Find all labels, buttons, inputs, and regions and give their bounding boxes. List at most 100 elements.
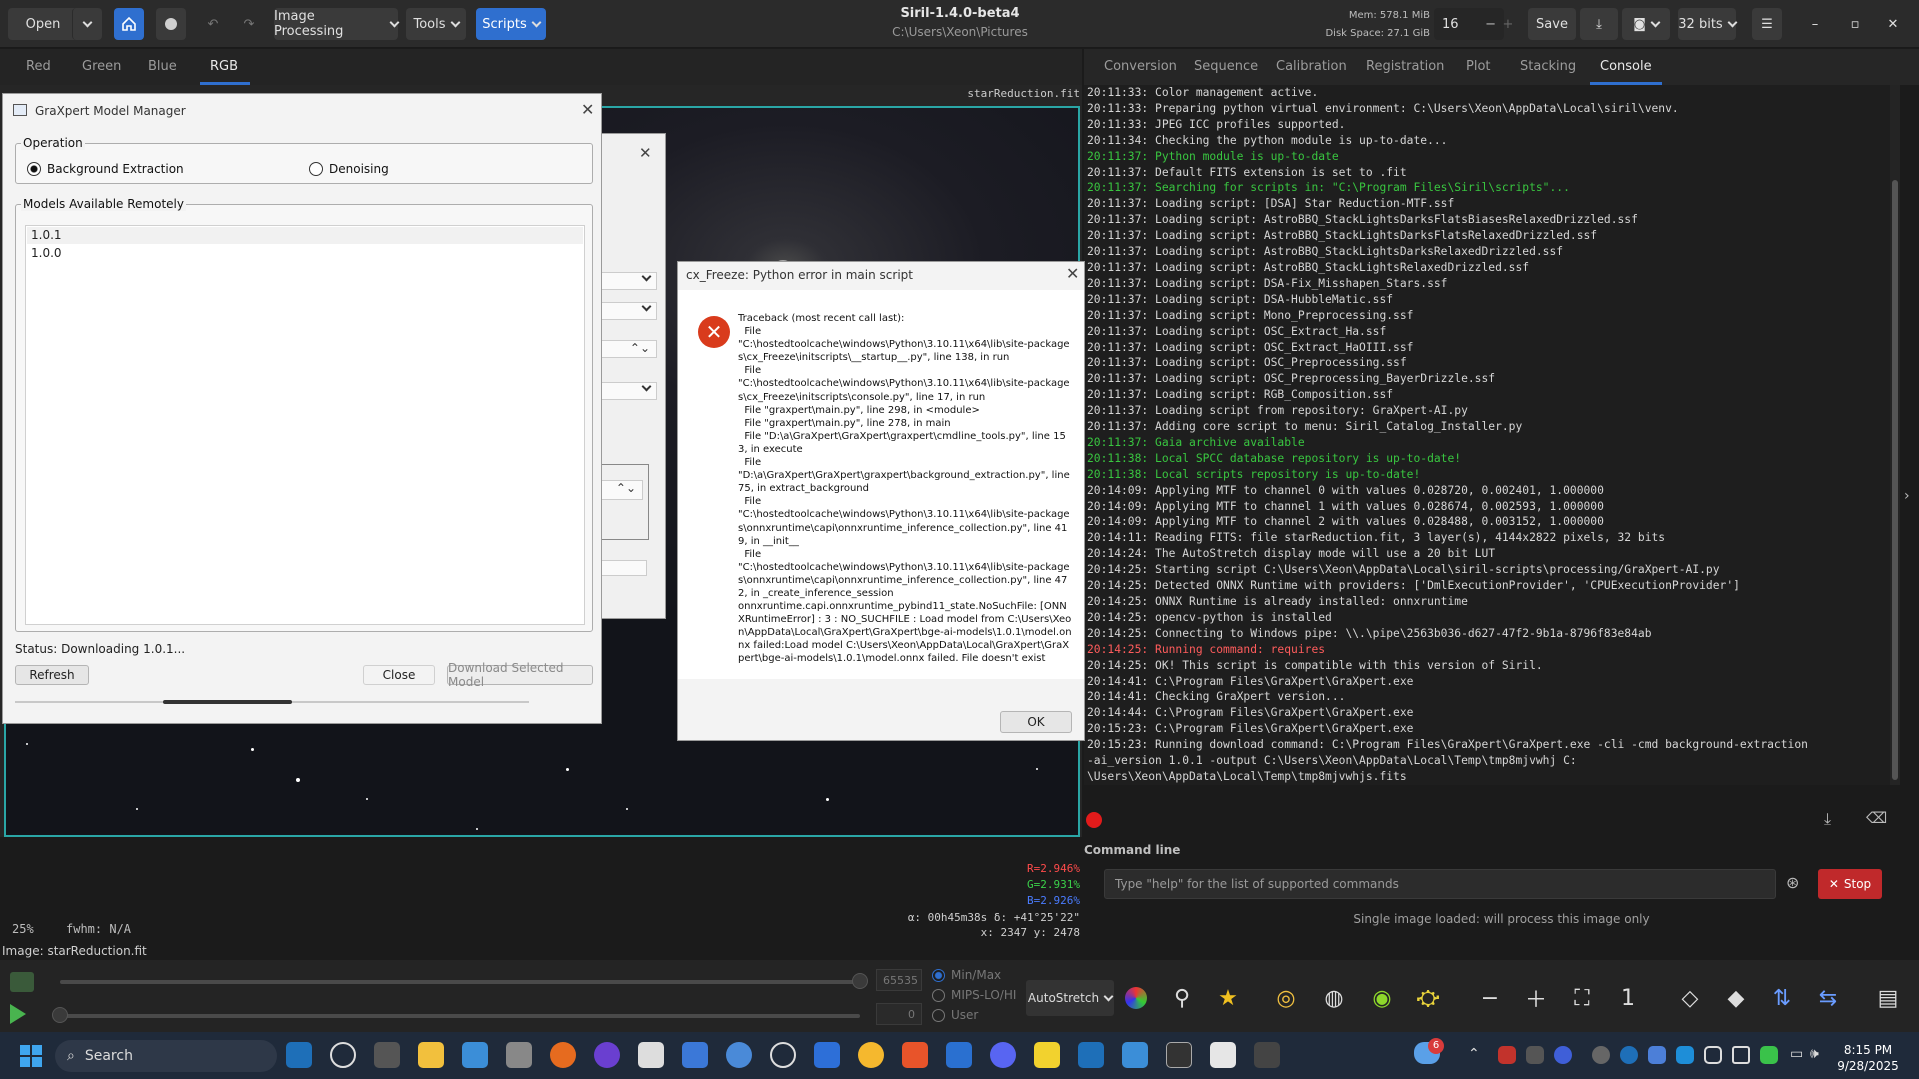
low-slider[interactable] <box>60 1014 860 1018</box>
app-icon[interactable] <box>462 1042 488 1068</box>
app-icon[interactable] <box>770 1042 796 1068</box>
snapshot-button[interactable]: ◙ <box>1622 8 1670 40</box>
app-icon[interactable] <box>814 1042 840 1068</box>
option-background-extraction[interactable]: Background Extraction <box>27 162 184 176</box>
zoom-fit-icon[interactable]: ⛶ <box>1566 982 1598 1014</box>
brave-icon[interactable] <box>902 1042 928 1068</box>
histogram-icon[interactable] <box>10 972 34 992</box>
combo-box[interactable] <box>601 301 657 320</box>
close-icon[interactable]: ✕ <box>639 144 652 162</box>
tray-icon[interactable] <box>1526 1046 1544 1064</box>
bit-depth-menu[interactable]: 32 bits <box>1678 8 1738 40</box>
flip-vertical-icon[interactable]: ⇅ <box>1766 982 1798 1014</box>
plus-icon[interactable]: + <box>1496 8 1520 40</box>
steam-icon[interactable] <box>1078 1042 1104 1068</box>
file-explorer-icon[interactable] <box>418 1042 444 1068</box>
display-mode-select[interactable]: AutoStretch <box>1026 980 1114 1016</box>
close-icon[interactable]: ✕ <box>1066 264 1079 283</box>
threads-spinner[interactable]: 16 − <box>1434 8 1504 40</box>
galaxy-icon[interactable]: ◎ <box>1270 982 1302 1014</box>
zoom-one-icon[interactable]: 1 <box>1612 982 1644 1014</box>
text-field[interactable] <box>601 560 647 576</box>
app-icon[interactable] <box>946 1042 972 1068</box>
mode-minmax[interactable]: Min/Max <box>932 968 1001 982</box>
mode-user[interactable]: User <box>932 1008 978 1022</box>
tray-icon[interactable] <box>1498 1046 1516 1064</box>
snapshot-tool-icon[interactable]: ⚲ <box>1166 982 1198 1014</box>
command-input[interactable]: Type "help" for the list of supported co… <box>1104 869 1776 899</box>
tab-calibration[interactable]: Calibration <box>1276 59 1347 74</box>
app-icon[interactable] <box>506 1042 532 1068</box>
mode-mips[interactable]: MIPS-LO/HI <box>932 988 1016 1002</box>
chevron-up-icon[interactable]: ⌃ <box>1468 1046 1480 1062</box>
tray-icon[interactable] <box>1554 1046 1572 1064</box>
undo-button[interactable]: ↶ <box>198 8 228 40</box>
tab-sequence[interactable]: Sequence <box>1194 59 1258 74</box>
globe-icon[interactable]: ◍ <box>1318 982 1350 1014</box>
low-value-input[interactable]: 0 <box>876 1003 922 1025</box>
volume-icon[interactable]: 🕪 <box>1810 1046 1819 1062</box>
high-slider[interactable] <box>60 980 860 984</box>
tab-blue[interactable]: Blue <box>148 59 177 74</box>
tab-green[interactable]: Green <box>82 59 121 74</box>
steam-app-icon[interactable] <box>286 1042 312 1068</box>
recent-files-dropdown[interactable] <box>72 8 102 40</box>
maximize-button[interactable]: ▫ <box>1840 8 1870 40</box>
tray-icon[interactable] <box>1648 1046 1666 1064</box>
taskbar-clock[interactable]: 8:15 PM 9/28/2025 <box>1828 1042 1908 1074</box>
close-window-button[interactable]: ✕ <box>1878 8 1908 40</box>
stop-button[interactable]: ✕ Stop <box>1818 869 1882 899</box>
chevron-right-icon[interactable]: › <box>1904 488 1910 504</box>
discord-icon[interactable] <box>990 1042 1016 1068</box>
tray-icon[interactable] <box>1704 1046 1722 1064</box>
flip-horizontal-icon[interactable]: ⇆ <box>1812 982 1844 1014</box>
livestack-button[interactable] <box>156 8 186 40</box>
download-selected-model-button[interactable]: Download Selected Model <box>447 661 593 689</box>
save-as-button[interactable]: ⤓ <box>1580 8 1618 40</box>
app-icon[interactable] <box>1122 1042 1148 1068</box>
low-slider-knob[interactable] <box>52 1007 68 1023</box>
tray-icon[interactable] <box>1732 1046 1750 1064</box>
scripts-menu[interactable]: Scripts <box>476 8 546 40</box>
tools-menu[interactable]: Tools <box>406 8 466 40</box>
high-value-input[interactable]: 65535 <box>876 969 922 991</box>
combo-box[interactable] <box>601 381 657 400</box>
high-slider-knob[interactable] <box>852 973 868 989</box>
app-icon[interactable] <box>726 1042 752 1068</box>
save-button[interactable]: Save <box>1528 8 1576 40</box>
save-log-icon[interactable]: ⤓ <box>1824 809 1831 829</box>
open-button[interactable]: Open <box>8 8 78 40</box>
clear-log-icon[interactable]: ⌫ <box>1866 809 1887 827</box>
app-icon[interactable] <box>1210 1042 1236 1068</box>
main-menu-button[interactable]: ☰ <box>1752 8 1782 40</box>
home-button[interactable] <box>114 8 144 40</box>
media-player-icon[interactable] <box>330 1042 356 1068</box>
color-map-icon[interactable] <box>1120 982 1152 1014</box>
zoom-in-icon[interactable]: ＋ <box>1520 982 1552 1014</box>
taskbar-search[interactable]: ⌕ Search <box>55 1040 277 1072</box>
image-processing-menu[interactable]: Image Processing <box>274 8 400 40</box>
target-icon[interactable]: ◉ <box>1366 982 1398 1014</box>
tray-icon[interactable] <box>1676 1046 1694 1064</box>
app-icon[interactable] <box>638 1042 664 1068</box>
windows-start-icon[interactable] <box>20 1045 42 1067</box>
rotate-left-icon[interactable]: ◇ <box>1674 982 1706 1014</box>
spin-box[interactable]: ⌃⌄ <box>601 340 657 358</box>
minimize-button[interactable]: – <box>1800 8 1830 40</box>
refresh-button[interactable]: Refresh <box>15 665 89 685</box>
minus-icon[interactable]: − <box>1485 17 1496 32</box>
terminal-icon[interactable] <box>1166 1042 1192 1068</box>
star-annotation-icon[interactable]: ★ <box>1212 982 1244 1014</box>
ok-button[interactable]: OK <box>1000 711 1072 733</box>
combo-box[interactable] <box>601 271 657 290</box>
siril-icon[interactable] <box>1254 1042 1280 1068</box>
tray-icon[interactable] <box>1592 1046 1610 1064</box>
app-icon[interactable] <box>374 1042 400 1068</box>
zoom-out-icon[interactable]: − <box>1474 982 1506 1014</box>
network-icon[interactable]: ▭ <box>1790 1046 1803 1062</box>
tab-console[interactable]: Console <box>1600 59 1652 74</box>
firefox-icon[interactable] <box>550 1042 576 1068</box>
console-scroll-thumb[interactable] <box>1892 180 1898 780</box>
compare-icon[interactable]: ▤ <box>1872 982 1904 1014</box>
app-icon[interactable] <box>594 1042 620 1068</box>
